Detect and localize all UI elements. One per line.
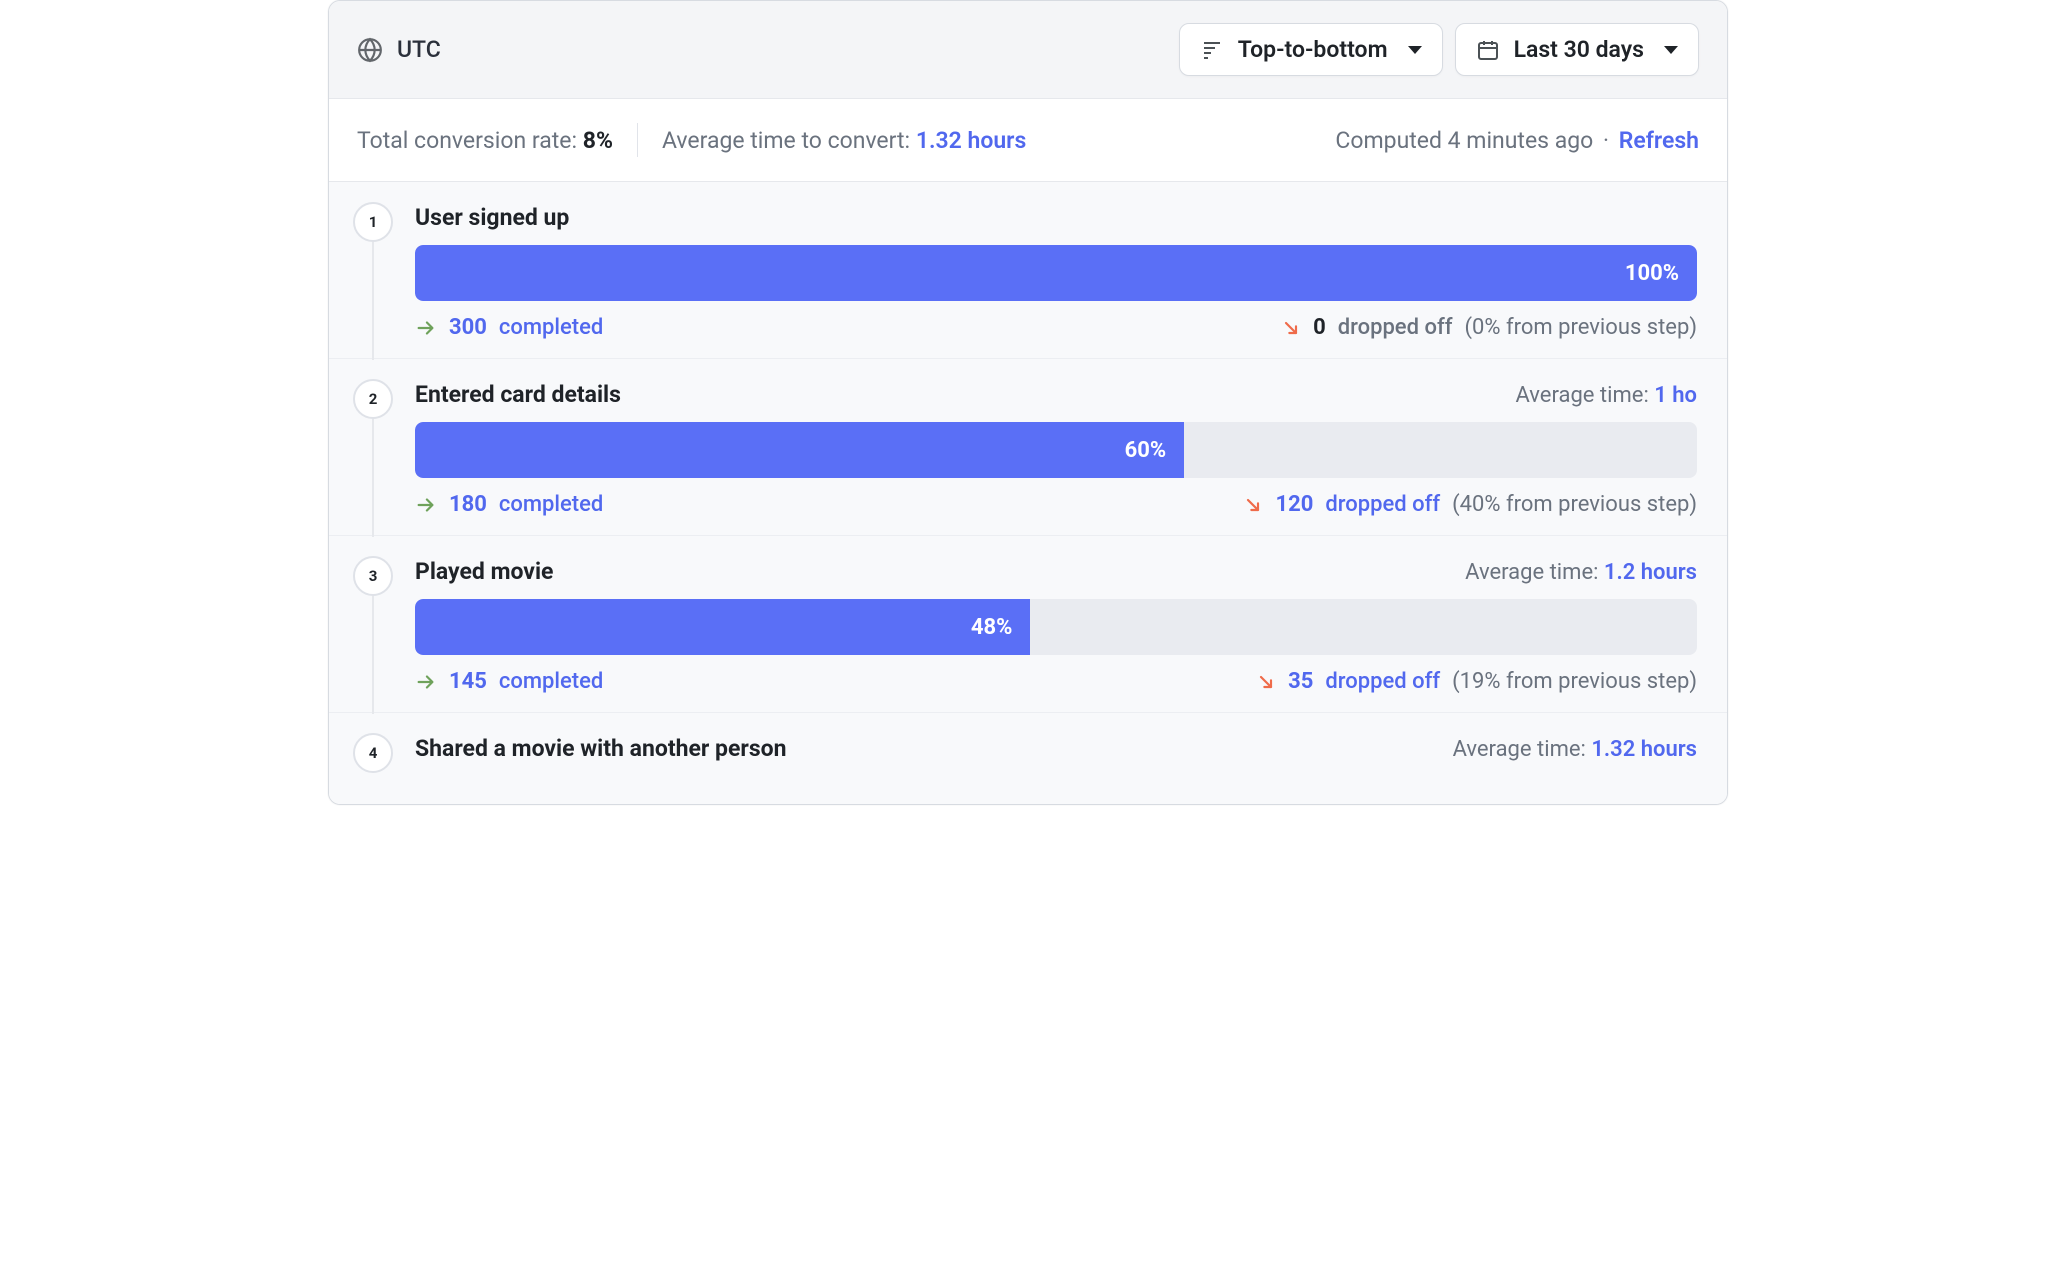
arrow-down-right-icon bbox=[1281, 318, 1301, 338]
conversion-rate-label: Total conversion rate: bbox=[357, 127, 577, 154]
arrow-down-right-icon bbox=[1243, 495, 1263, 515]
dropoff-stat: 0 dropped off (0% from previous step) bbox=[1281, 315, 1697, 340]
funnel-step: 3 Played movie Average time: 1.2 hours 48% 1… bbox=[329, 536, 1727, 713]
funnel-bar-percent: 48% bbox=[971, 615, 1013, 640]
funnel-bar: 60% bbox=[415, 422, 1697, 478]
step-avg-time-label: Average time: bbox=[1515, 383, 1654, 408]
step-avg-time-value: 1.2 hours bbox=[1604, 560, 1697, 585]
completed-label: completed bbox=[499, 492, 603, 517]
computed-time-text: Computed 4 minutes ago bbox=[1335, 127, 1593, 154]
step-avg-time-value: 1 ho bbox=[1654, 383, 1697, 408]
dropoff-label: dropped off bbox=[1325, 492, 1440, 517]
arrow-down-right-icon bbox=[1256, 672, 1276, 692]
funnel-bar: 48% bbox=[415, 599, 1697, 655]
step-avg-time: Average time: 1 ho bbox=[1515, 383, 1697, 408]
dropoff-pct-note: (19% from previous step) bbox=[1452, 669, 1697, 694]
summary-row: Total conversion rate: 8% Average time t… bbox=[329, 99, 1727, 182]
step-stats: 180 completed 120 dropped off (40% from prev… bbox=[415, 492, 1697, 517]
orientation-label: Top-to-bottom bbox=[1238, 36, 1388, 63]
step-number-badge: 1 bbox=[353, 202, 393, 242]
step-header: Shared a movie with another person Averag… bbox=[415, 735, 1697, 762]
conversion-rate-metric: Total conversion rate: 8% bbox=[357, 127, 613, 154]
step-avg-time: Average time: 1.2 hours bbox=[1465, 560, 1697, 585]
topbar: UTC Top-to-bottom La bbox=[329, 1, 1727, 99]
separator: · bbox=[1603, 127, 1609, 154]
step-title: Shared a movie with another person bbox=[415, 735, 787, 762]
step-header: Played movie Average time: 1.2 hours bbox=[415, 558, 1697, 585]
step-stats: 145 completed 35 dropped off (19% from previ… bbox=[415, 669, 1697, 694]
bar-chart-icon bbox=[1200, 38, 1224, 62]
topbar-controls: Top-to-bottom Last 30 days bbox=[1179, 23, 1699, 76]
funnel-bar-percent: 60% bbox=[1125, 438, 1167, 463]
funnel-bar-fill: 60% bbox=[415, 422, 1184, 478]
funnel-bar-fill: 100% bbox=[415, 245, 1697, 301]
step-title: Played movie bbox=[415, 558, 553, 585]
completed-count: 300 bbox=[449, 315, 487, 340]
completed-stat[interactable]: 145 completed bbox=[415, 669, 603, 694]
funnel-step: 4 Shared a movie with another person Avera… bbox=[329, 713, 1727, 794]
timezone-label: UTC bbox=[397, 36, 441, 63]
step-number-badge: 2 bbox=[353, 379, 393, 419]
funnel-steps: 1 User signed up 100% 300 completed 0 dropped … bbox=[329, 182, 1727, 804]
funnel-bar: 100% bbox=[415, 245, 1697, 301]
funnel-step: 2 Entered card details Average time: 1 ho 6… bbox=[329, 359, 1727, 536]
chevron-down-icon bbox=[1408, 46, 1422, 54]
step-number-badge: 3 bbox=[353, 556, 393, 596]
funnel-bar-fill: 48% bbox=[415, 599, 1030, 655]
step-header: User signed up bbox=[415, 204, 1697, 231]
completed-label: completed bbox=[499, 315, 603, 340]
completed-count: 145 bbox=[449, 669, 487, 694]
step-header: Entered card details Average time: 1 ho bbox=[415, 381, 1697, 408]
dropoff-pct-note: (0% from previous step) bbox=[1464, 315, 1697, 340]
funnel-step: 1 User signed up 100% 300 completed 0 dropped … bbox=[329, 182, 1727, 359]
timezone-indicator: UTC bbox=[357, 36, 441, 63]
refresh-link[interactable]: Refresh bbox=[1619, 127, 1699, 154]
step-connector bbox=[372, 596, 374, 714]
step-avg-time: Average time: 1.32 hours bbox=[1453, 737, 1697, 762]
chevron-down-icon bbox=[1664, 46, 1678, 54]
step-title: Entered card details bbox=[415, 381, 621, 408]
dropoff-count: 0 bbox=[1313, 315, 1326, 340]
daterange-select[interactable]: Last 30 days bbox=[1455, 23, 1699, 76]
conversion-rate-value: 8% bbox=[583, 127, 613, 154]
dropoff-count: 120 bbox=[1275, 492, 1313, 517]
daterange-label: Last 30 days bbox=[1514, 36, 1644, 63]
funnel-panel: UTC Top-to-bottom La bbox=[328, 0, 1728, 805]
step-connector bbox=[372, 242, 374, 360]
completed-stat[interactable]: 300 completed bbox=[415, 315, 603, 340]
step-number-badge: 4 bbox=[353, 733, 393, 773]
avg-time-value: 1.32 hours bbox=[916, 127, 1026, 154]
dropoff-label: dropped off bbox=[1338, 315, 1453, 340]
divider bbox=[637, 123, 638, 157]
step-avg-time-value: 1.32 hours bbox=[1591, 737, 1697, 762]
completed-stat[interactable]: 180 completed bbox=[415, 492, 603, 517]
globe-icon bbox=[357, 37, 383, 63]
avg-time-metric: Average time to convert: 1.32 hours bbox=[662, 127, 1026, 154]
completed-label: completed bbox=[499, 669, 603, 694]
arrow-right-icon bbox=[415, 317, 437, 339]
dropoff-stat[interactable]: 35 dropped off (19% from previous step) bbox=[1256, 669, 1697, 694]
arrow-right-icon bbox=[415, 671, 437, 693]
step-avg-time-label: Average time: bbox=[1465, 560, 1604, 585]
dropoff-stat[interactable]: 120 dropped off (40% from previous step) bbox=[1243, 492, 1697, 517]
step-stats: 300 completed 0 dropped off (0% from previou… bbox=[415, 315, 1697, 340]
dropoff-label: dropped off bbox=[1325, 669, 1440, 694]
step-connector bbox=[372, 419, 374, 537]
step-avg-time-label: Average time: bbox=[1453, 737, 1592, 762]
calendar-icon bbox=[1476, 38, 1500, 62]
funnel-bar-percent: 100% bbox=[1625, 261, 1679, 286]
completed-count: 180 bbox=[449, 492, 487, 517]
arrow-right-icon bbox=[415, 494, 437, 516]
avg-time-label: Average time to convert: bbox=[662, 127, 910, 154]
dropoff-pct-note: (40% from previous step) bbox=[1452, 492, 1697, 517]
dropoff-count: 35 bbox=[1288, 669, 1313, 694]
summary-status: Computed 4 minutes ago · Refresh bbox=[1335, 127, 1699, 154]
step-title: User signed up bbox=[415, 204, 569, 231]
orientation-select[interactable]: Top-to-bottom bbox=[1179, 23, 1443, 76]
summary-metrics: Total conversion rate: 8% Average time t… bbox=[357, 123, 1026, 157]
